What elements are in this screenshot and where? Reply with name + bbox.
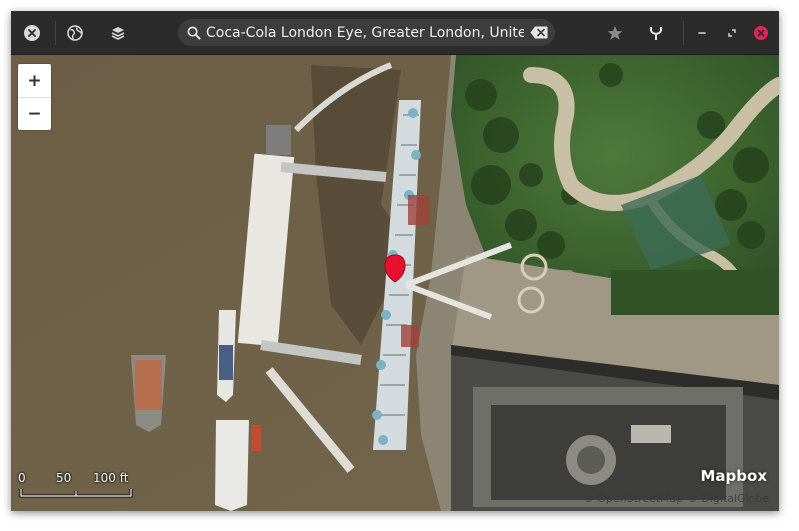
zoom-out-button[interactable]: − (18, 97, 51, 130)
layers-button[interactable] (105, 20, 131, 46)
scale-label: 100 ft (93, 471, 129, 485)
maps-window: + − 0 50 100 ft Mapbox © OpenStreetMap ©… (11, 11, 779, 511)
scale-bar: 0 50 100 ft (16, 471, 136, 501)
search-entry[interactable] (178, 19, 555, 46)
search-icon (187, 26, 201, 40)
window-close-icon (754, 26, 768, 40)
boat (217, 310, 236, 402)
boat (131, 355, 166, 432)
route-icon (649, 26, 663, 40)
globe-icon (67, 25, 83, 41)
layers-icon (111, 27, 125, 40)
clear-search-icon (530, 26, 548, 39)
separator (683, 21, 684, 45)
zoom-control: + − (18, 64, 51, 130)
route-button[interactable] (643, 20, 669, 46)
minimize-button[interactable] (689, 20, 715, 46)
map-view[interactable]: + − 0 50 100 ft Mapbox © OpenStreetMap ©… (11, 55, 779, 511)
header-bar (11, 11, 779, 55)
attribution-text[interactable]: © OpenStreetMap © DigitalGlobe (583, 492, 769, 505)
close-app-button[interactable] (19, 20, 45, 46)
scale-label: 0 (18, 471, 26, 485)
satellite-imagery (11, 55, 779, 511)
minimize-icon (698, 32, 706, 34)
separator (55, 21, 56, 45)
favorite-button[interactable] (602, 20, 628, 46)
clear-search-button[interactable] (529, 25, 549, 40)
globe-button[interactable] (62, 20, 88, 46)
star-icon (607, 26, 623, 40)
window-close-button[interactable] (748, 20, 774, 46)
restore-button[interactable] (719, 20, 745, 46)
close-icon (24, 25, 40, 41)
scale-ruler (19, 489, 133, 498)
search-input[interactable] (206, 24, 524, 41)
restore-icon (728, 29, 736, 37)
scale-label: 50 (56, 471, 72, 485)
zoom-in-button[interactable]: + (18, 64, 51, 97)
mapbox-logo: Mapbox (700, 467, 767, 485)
